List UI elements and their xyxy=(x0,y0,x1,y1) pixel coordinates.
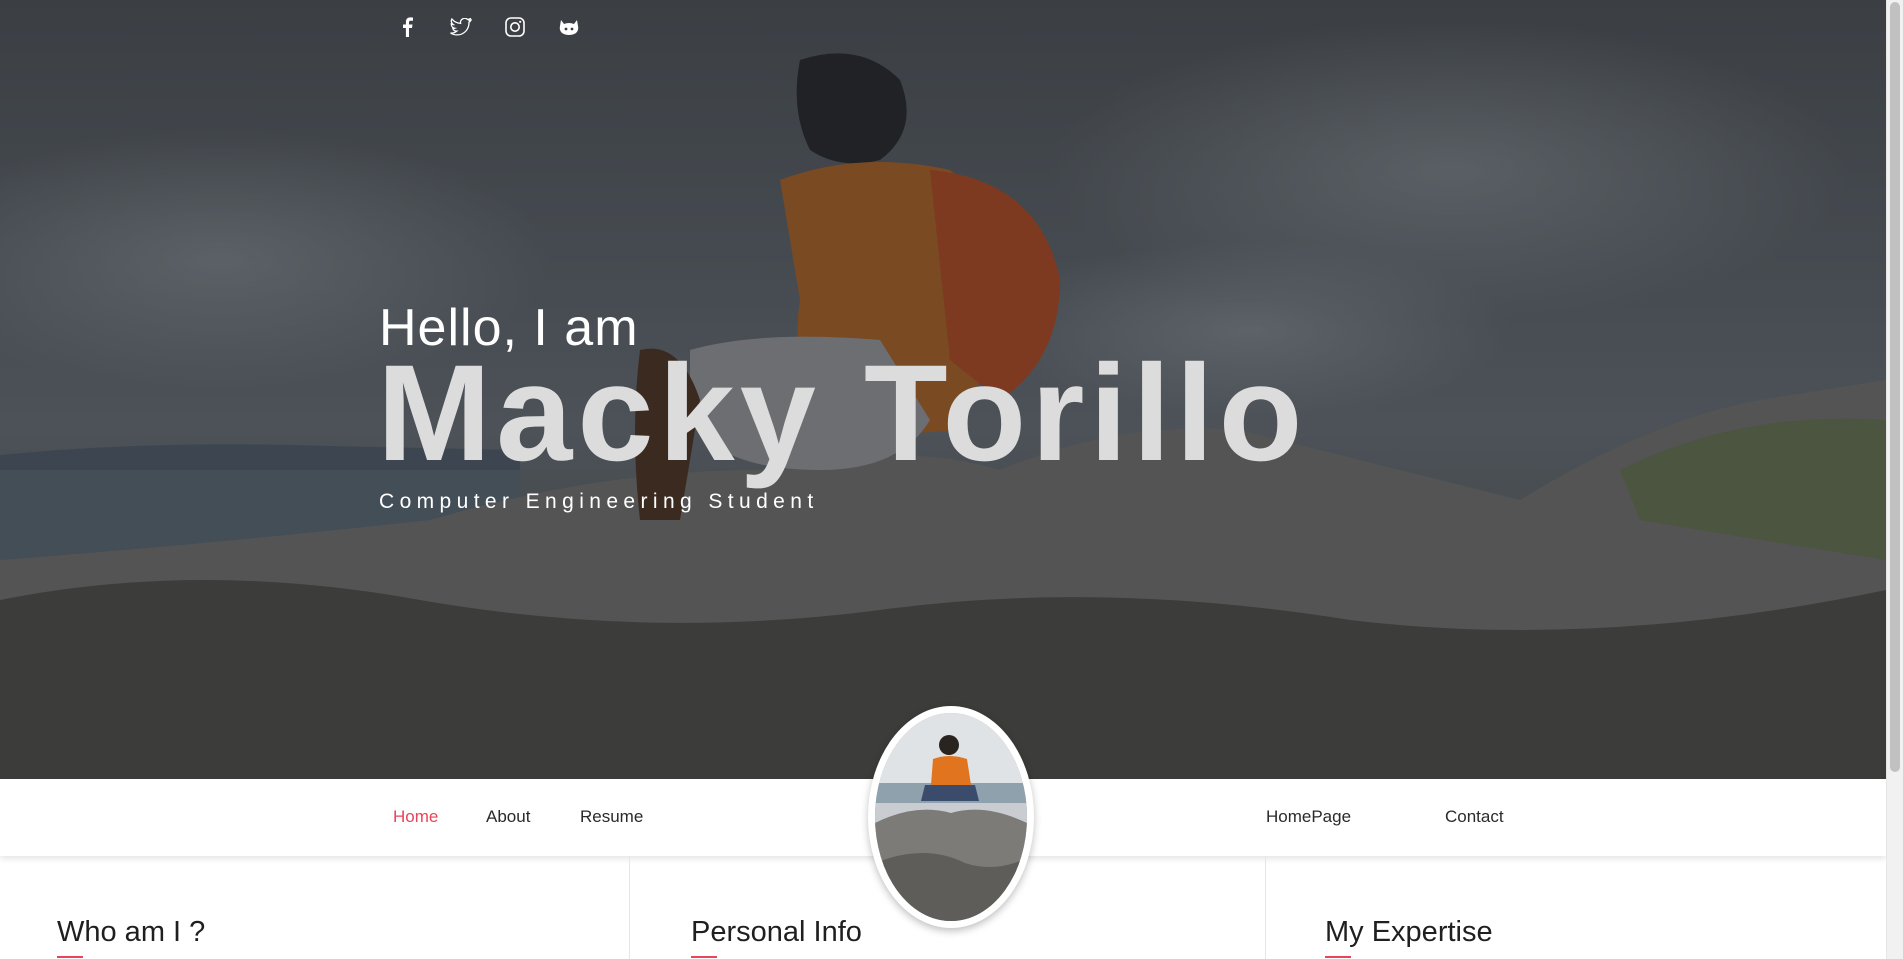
instagram-icon[interactable] xyxy=(501,14,529,40)
title-underline xyxy=(1325,956,1351,958)
who-am-i-title: Who am I ? xyxy=(57,916,206,948)
column-divider xyxy=(629,856,630,959)
hero-name: Macky Torillo xyxy=(377,337,1308,490)
nav-resume[interactable]: Resume xyxy=(580,807,643,827)
nav-about[interactable]: About xyxy=(486,807,530,827)
column-divider xyxy=(1265,856,1266,959)
nav-homepage[interactable]: HomePage xyxy=(1266,807,1351,827)
title-underline xyxy=(57,956,83,958)
twitter-icon[interactable] xyxy=(447,14,475,40)
facebook-icon[interactable] xyxy=(393,14,421,40)
nav-home[interactable]: Home xyxy=(393,807,438,827)
title-underline xyxy=(691,956,717,958)
content-section: Who am I ? Personal Info My Expertise xyxy=(0,856,1886,959)
my-expertise-title: My Expertise xyxy=(1325,916,1493,948)
hero-banner: Hello, I am Macky Torillo Computer Engin… xyxy=(0,0,1886,779)
hero-role: Computer Engineering Student xyxy=(379,490,819,513)
scrollbar[interactable] xyxy=(1886,0,1903,959)
nav-contact[interactable]: Contact xyxy=(1445,807,1504,827)
github-icon[interactable] xyxy=(555,14,583,40)
personal-info-title: Personal Info xyxy=(691,916,862,948)
social-links xyxy=(393,14,583,40)
scrollbar-thumb[interactable] xyxy=(1890,2,1900,772)
